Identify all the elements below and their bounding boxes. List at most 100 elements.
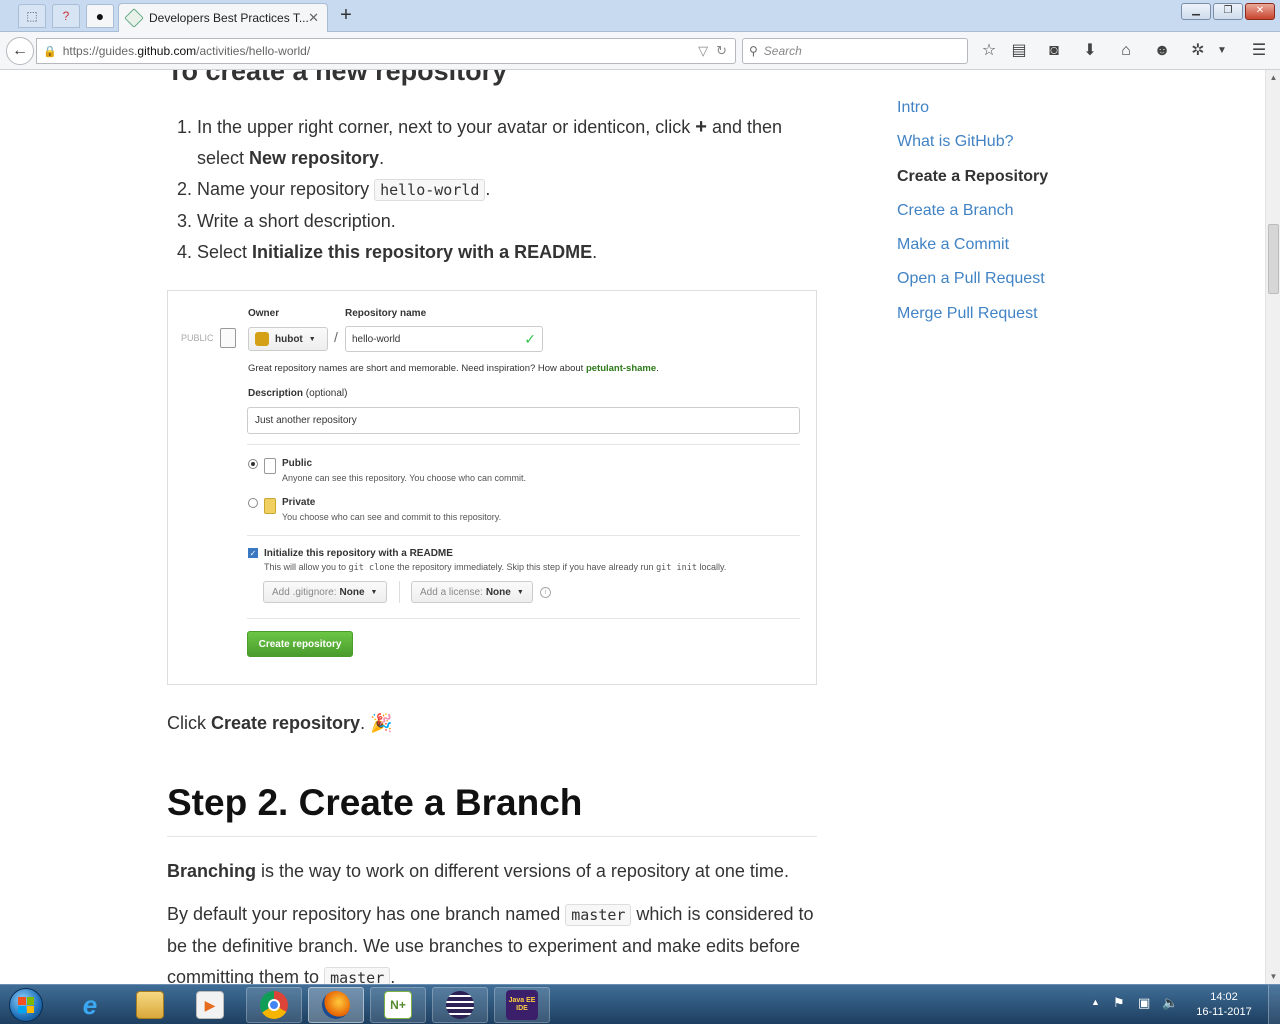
bookmark-star-icon[interactable]: ☆ [978,40,1000,62]
clock-date: 16-11-2017 [1196,1006,1252,1018]
tab-strip: ⬚ ? ● Developers Best Practices T... ✕ +… [0,0,1280,32]
taskbar-firefox[interactable] [308,987,364,1023]
pinned-tab-blank[interactable]: ⬚ [18,4,46,28]
list-item: Name your repository hello-world. [197,174,827,206]
close-tab-icon[interactable]: ✕ [308,10,319,26]
public-repo-icon [264,458,276,474]
file-explorer-icon [136,991,164,1019]
scrollbar-thumb[interactable] [1268,224,1279,294]
click-instruction: Click Create repository. 🎉 [167,713,392,734]
chrome-icon [260,991,288,1019]
avatar [255,332,269,346]
back-button[interactable]: ← [6,37,34,65]
gitignore-select: Add .gitignore: None ▼ [263,581,387,603]
tab-title: Developers Best Practices T... [149,11,309,25]
restore-button[interactable]: ❐ [1213,3,1243,20]
gitignore-value: None [339,586,365,598]
step-bold: Initialize this repository with a README [252,242,593,262]
chevron-down-icon[interactable]: ▼ [1211,40,1233,62]
close-window-button[interactable]: ✕ [1245,3,1275,20]
home-icon[interactable]: ⌂ [1115,40,1137,62]
page-scrollbar[interactable]: ▲ ▼ [1265,70,1280,984]
pinned-tab-help[interactable]: ? [52,4,80,28]
list-item: Write a short description. [197,206,827,237]
action-center-flag-icon[interactable]: ⚑ [1113,995,1125,1011]
toc-link-what-is-github[interactable]: What is GitHub? [897,130,1147,164]
internet-explorer-icon: e [82,989,98,1020]
url-bar[interactable]: 🔒 https://guides.github.com/activities/h… [36,38,736,64]
hint-end: . [656,363,659,374]
public-radio [248,459,258,469]
init-desc-2: the repository immediately. Skip this st… [394,562,657,572]
volume-icon[interactable]: 🔈 [1162,995,1178,1011]
public-desc: Anyone can see this repository. You choo… [282,473,526,483]
show-desktop-button[interactable] [1268,985,1280,1024]
click-end: . 🎉 [360,713,393,733]
description-label: Description (optional) [248,388,348,399]
license-label: Add a license: [420,586,483,598]
repo-name-field: hello-world ✓ [345,326,543,352]
hamburger-menu-icon[interactable]: ☰ [1248,40,1270,62]
system-clock[interactable]: 14:02 16-11-2017 [1184,990,1264,1020]
repo-book-icon [220,328,236,348]
notepad-plus-icon: N+ [384,991,412,1019]
toc-link-make-commit[interactable]: Make a Commit [897,233,1147,267]
toc-link-create-branch[interactable]: Create a Branch [897,199,1147,233]
hint-text: Great repository names are short and mem… [248,363,586,374]
extension-icon[interactable]: ✲ [1187,40,1209,62]
github-icon: ● [95,8,105,24]
taskbar-file-explorer[interactable] [122,987,178,1023]
network-icon[interactable]: ▣ [1138,995,1150,1011]
show-hidden-icons-icon[interactable]: ▲ [1091,997,1100,1007]
p1-rest: is the way to work on different versions… [256,861,789,881]
new-tab-button[interactable]: + [334,4,358,28]
step-text: Write a short description. [197,211,396,231]
search-input[interactable]: ⚲ Search [742,38,968,64]
toc-link-intro[interactable]: Intro [897,96,1147,130]
owner-value: hubot [275,333,303,345]
url-text: https://guides.github.com/activities/hel… [63,44,690,58]
toc-link-merge-pull-request[interactable]: Merge Pull Request [897,302,1147,336]
pocket-icon[interactable]: ◙ [1043,40,1065,62]
public-title: Public [282,458,313,469]
scroll-down-icon[interactable]: ▼ [1266,969,1280,984]
toc-link-create-repository[interactable]: Create a Repository [897,165,1147,199]
dotted-square-icon: ⬚ [26,9,38,23]
create-repo-screenshot: Owner Repository name PUBLIC hubot ▼ / he… [167,290,817,685]
download-icon[interactable]: ⬇ [1079,40,1101,62]
license-value: None [485,586,511,598]
reload-icon[interactable]: ↻ [716,43,727,59]
taskbar-notepad-plus[interactable]: N+ [370,987,426,1023]
reading-list-icon[interactable]: ▤ [1008,40,1030,62]
divider [247,618,800,619]
checkmark-icon: ✓ [524,330,536,347]
pinned-tab-github[interactable]: ● [86,4,114,28]
toc-link-open-pull-request[interactable]: Open a Pull Request [897,267,1147,301]
description-field: Just another repository [247,407,800,434]
step-end: . [592,242,598,262]
owner-select: hubot ▼ [248,327,328,351]
taskbar-internet-explorer[interactable]: e [62,987,118,1023]
url-path: /activities/hello-world/ [196,44,311,58]
tab-active[interactable]: Developers Best Practices T... ✕ [118,3,328,32]
divider [247,444,800,445]
chat-icon[interactable]: ☻ [1151,40,1173,62]
dropdown-arrow-icon[interactable]: ▽ [698,43,708,59]
url-prefix: https://guides. [62,44,138,58]
click-prefix: Click [167,713,211,733]
start-button[interactable] [4,987,48,1023]
taskbar-chrome[interactable] [246,987,302,1023]
taskbar-eclipse[interactable] [432,987,488,1023]
minimize-button[interactable]: ▁ [1181,3,1211,20]
scroll-up-icon[interactable]: ▲ [1266,70,1280,85]
heading-rule [167,836,817,837]
click-bold: Create repository [211,713,361,733]
repo-name-value: hello-world [352,333,401,345]
divider [247,535,800,536]
list-item: In the upper right corner, next to your … [197,112,827,174]
taskbar-media-player[interactable]: ▶ [182,987,238,1023]
gitignore-label: Add .gitignore: [272,586,337,598]
steps-list: In the upper right corner, next to your … [197,112,827,268]
media-player-icon: ▶ [196,991,224,1019]
taskbar-java-ee-ide[interactable]: Java EE IDE [494,987,550,1023]
